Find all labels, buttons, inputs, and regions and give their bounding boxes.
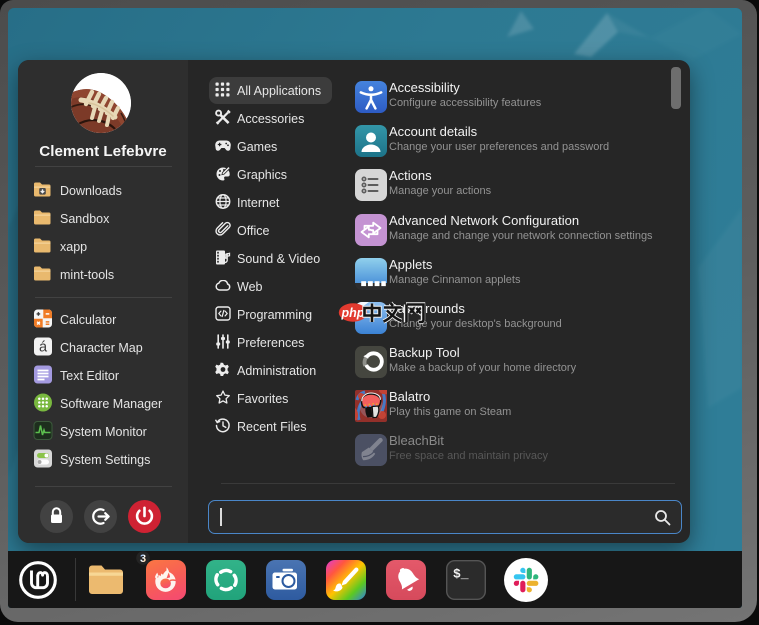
svg-text:á: á xyxy=(39,340,48,356)
svg-text:$_: $_ xyxy=(453,567,469,582)
svg-text:3: 3 xyxy=(140,553,146,565)
svg-text:php: php xyxy=(341,306,365,320)
